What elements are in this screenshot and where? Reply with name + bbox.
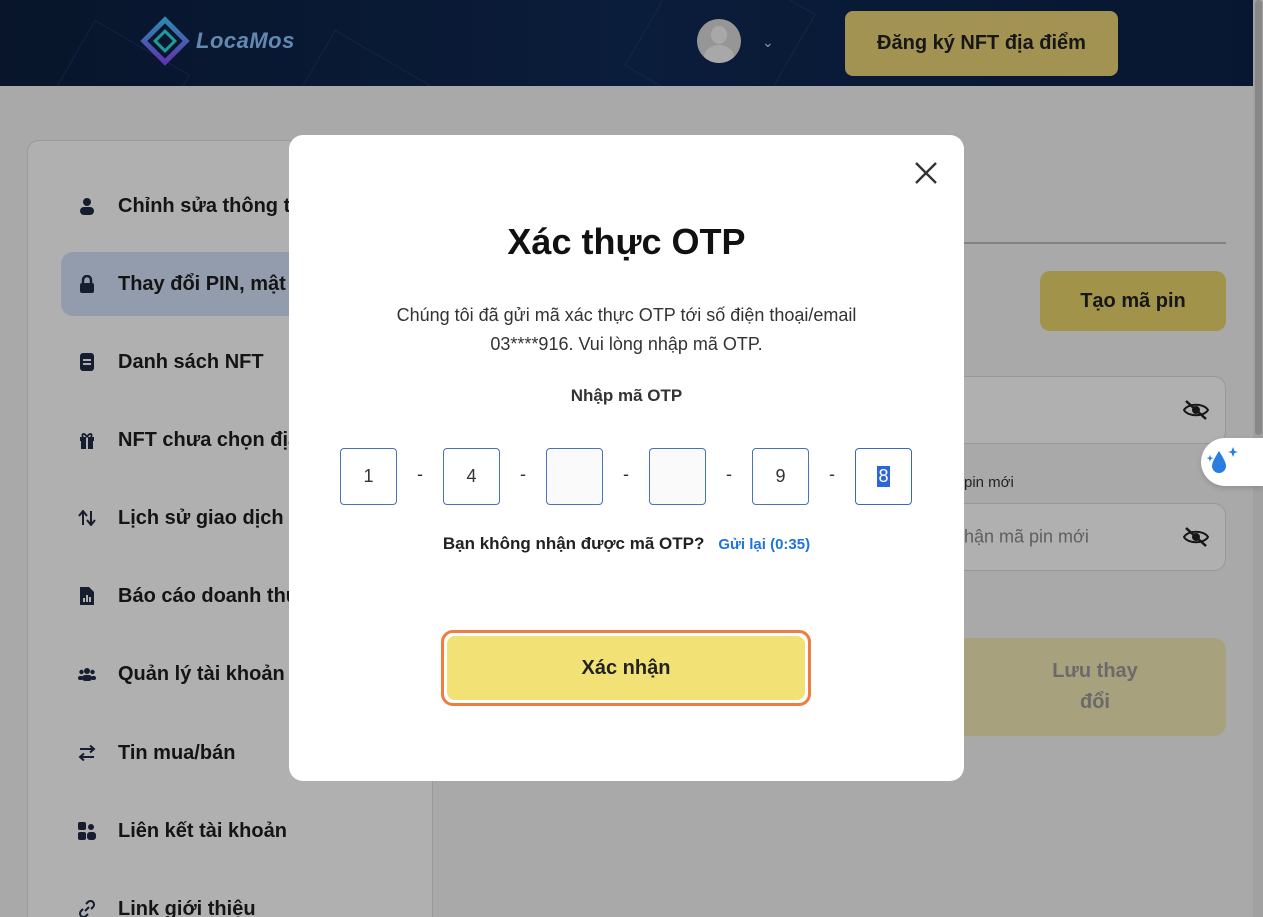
modal-title: Xác thực OTP [507,221,746,262]
close-icon[interactable] [912,159,940,187]
resend-row: Bạn không nhận được mã OTP? Gửi lại (0:3… [289,534,964,554]
otp-digit-value: 4 [466,466,477,486]
description-line: 03****916. Vui lòng nhập mã OTP. [490,334,763,354]
otp-digit-input[interactable]: 8 [855,448,912,505]
otp-digit-value: 8 [877,466,890,487]
otp-modal: Xác thực OTP Chúng tôi đã gửi mã xác thự… [289,135,964,781]
description-line: Chúng tôi đã gửi mã xác thực OTP tới số … [396,305,857,325]
otp-digit-input[interactable]: 4 [443,448,500,505]
otp-digit-value: 1 [363,466,374,486]
resend-question: Bạn không nhận được mã OTP? [442,534,705,553]
otp-separator: - [829,464,835,484]
otp-digit-value: 9 [775,466,786,486]
otp-label: Nhập mã OTP [570,386,683,405]
otp-separator: - [726,464,732,484]
otp-separator: - [417,464,423,484]
water-drop-floating-button[interactable] [1201,438,1263,486]
otp-digit-input[interactable]: 1 [340,448,397,505]
resend-link[interactable]: Gửi lại (0:35) [718,536,810,553]
otp-separator: - [623,464,629,484]
modal-description: Chúng tôi đã gửi mã xác thực OTP tới số … [379,301,874,359]
otp-separator: - [520,464,526,484]
otp-input-group: 1 - 4 - - - 9 - 8 [340,448,914,505]
water-drop-sparkle-icon [1206,447,1238,473]
otp-digit-input[interactable] [546,448,603,505]
confirm-button[interactable]: Xác nhận [447,636,805,700]
otp-digit-input[interactable] [649,448,706,505]
confirm-button-focus-ring: Xác nhận [441,630,811,706]
otp-digit-input[interactable]: 9 [752,448,809,505]
